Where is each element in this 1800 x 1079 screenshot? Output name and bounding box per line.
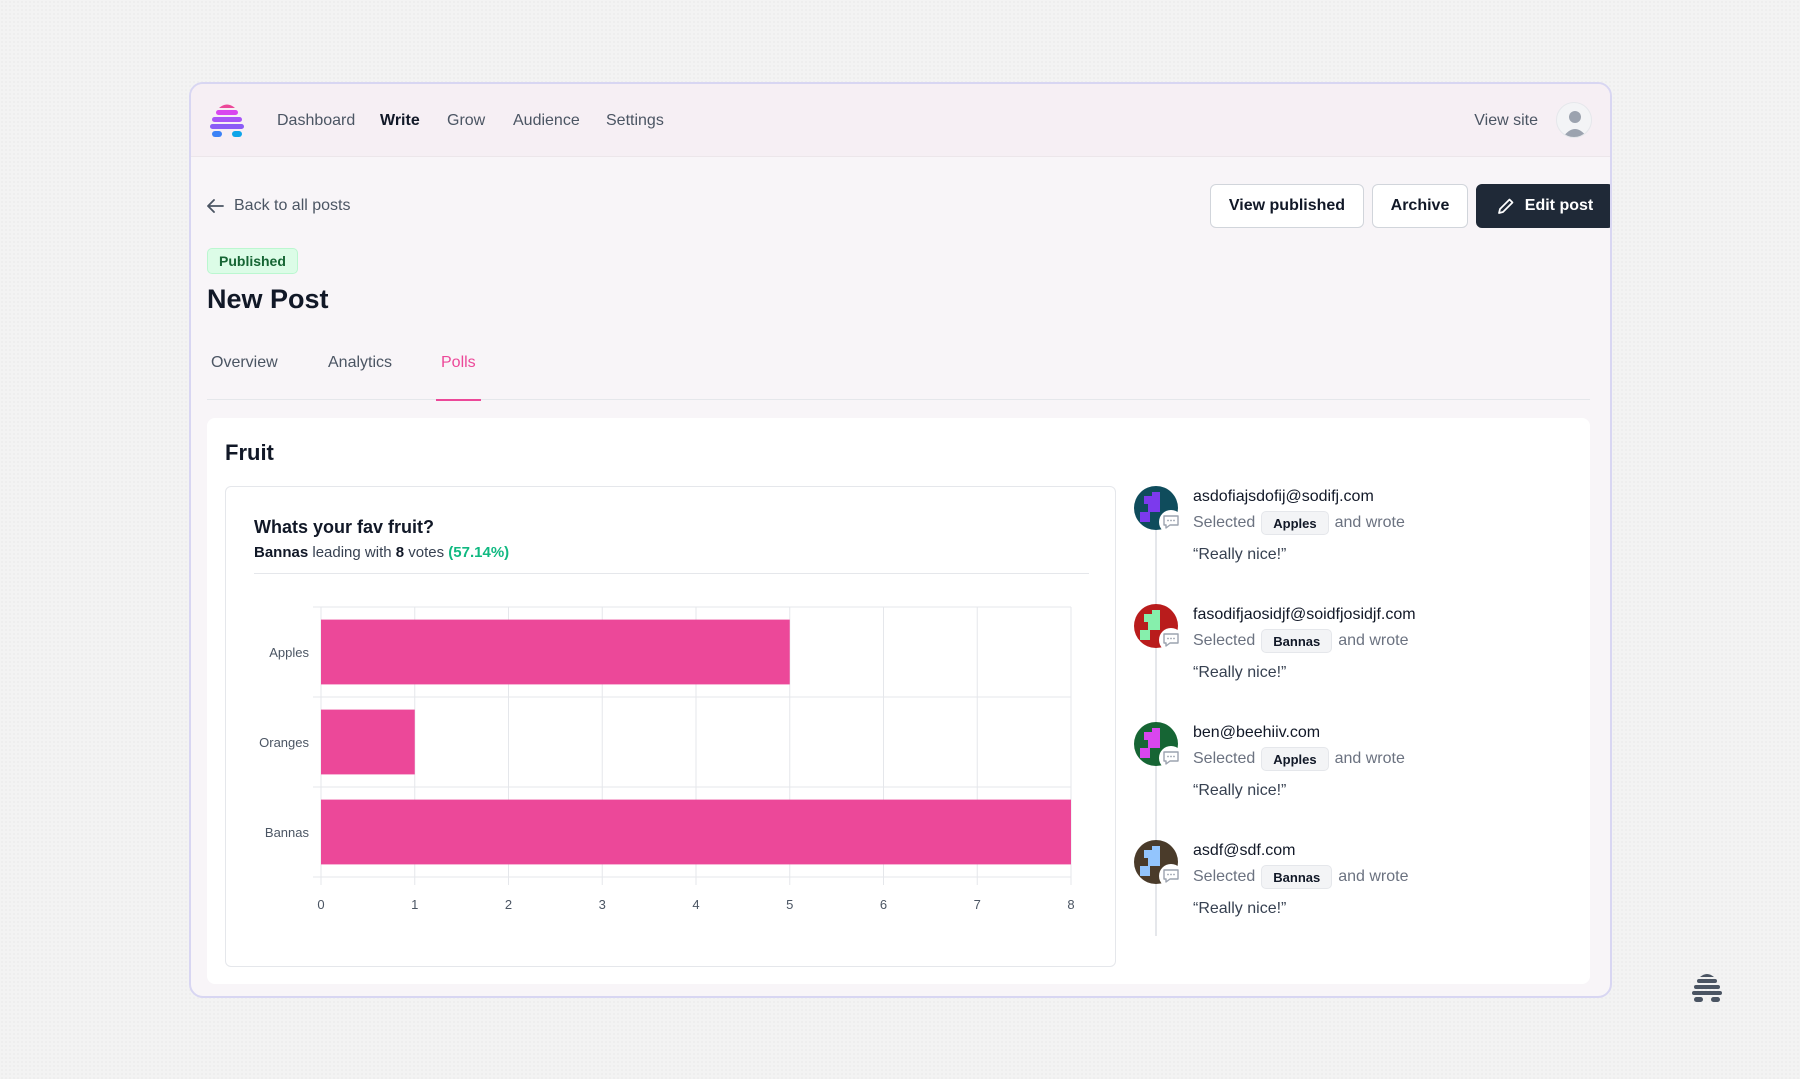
x-tick-label: 0 [317, 897, 324, 912]
choice-pill: Apples [1261, 511, 1329, 535]
comment-icon [1159, 864, 1183, 888]
response-quote: “Really nice!” [1193, 782, 1287, 799]
response-selection: Selected Apples and wrote [1193, 511, 1405, 535]
poll-responses: asdofiajsdofij@sodifj.com Selected Apple… [1134, 486, 1574, 966]
page-title: New Post [207, 284, 329, 314]
view-site-link[interactable]: View site [1474, 112, 1538, 130]
choice-pill: Apples [1261, 747, 1329, 771]
x-tick-label: 3 [599, 897, 606, 912]
user-avatar-icon[interactable] [1556, 102, 1592, 138]
tab-overview[interactable]: Overview [211, 354, 278, 400]
respondent-email: ben@beehiiv.com [1193, 724, 1321, 741]
poll-bar-chart: 0 1 2 3 4 5 6 7 8 Apples Oranges Bannas [259, 606, 1075, 912]
wrote-label: and wrote [1338, 632, 1409, 649]
x-tick-label: 2 [505, 897, 512, 912]
y-category-label: Oranges [259, 735, 309, 750]
choice-pill: Bannas [1261, 865, 1333, 889]
response-quote: “Really nice!” [1193, 900, 1287, 917]
archive-label: Archive [1390, 197, 1450, 214]
post-tabs: Overview Analytics Polls [207, 354, 1590, 401]
response-selection: Selected Bannas and wrote [1193, 865, 1409, 889]
poll-name: Fruit [225, 440, 274, 465]
choice-pill: Bannas [1261, 629, 1333, 653]
tab-polls[interactable]: Polls [436, 354, 481, 401]
leader-text-1: leading with [308, 544, 396, 561]
y-category-label: Apples [269, 645, 309, 660]
beehiiv-corner-logo-icon [1692, 974, 1722, 1002]
x-tick-label: 8 [1067, 897, 1074, 912]
poll-chart-panel: Whats your fav fruit? Bannas leading wit… [225, 486, 1116, 967]
response-selection: Selected Apples and wrote [1193, 747, 1405, 771]
x-tick-label: 7 [974, 897, 981, 912]
nav-settings[interactable]: Settings [606, 112, 664, 130]
x-tick-label: 5 [786, 897, 793, 912]
poll-question: Whats your fav fruit? [254, 517, 435, 537]
tab-analytics[interactable]: Analytics [328, 354, 392, 400]
poll-card: Fruit Whats your fav fruit? Bannas leadi… [207, 418, 1590, 984]
y-category-label: Bannas [265, 825, 310, 840]
wrote-label: and wrote [1338, 868, 1409, 885]
poll-response: ben@beehiiv.com Selected Apples and wrot… [1134, 722, 1574, 832]
comment-icon [1159, 510, 1183, 534]
nav-audience[interactable]: Audience [513, 112, 580, 130]
nav-grow[interactable]: Grow [447, 112, 485, 130]
respondent-email: asdf@sdf.com [1193, 842, 1296, 859]
bar-bannas[interactable] [321, 799, 1071, 865]
pencil-icon [1497, 198, 1514, 214]
respondent-email: fasodifjaosidjf@soidfjosidjf.com [1193, 606, 1416, 623]
leader-option: Bannas [254, 544, 309, 561]
app-window: Dashboard Write Grow Audience Settings V… [189, 82, 1612, 998]
nav-write[interactable]: Write [380, 112, 420, 130]
top-navigation: Dashboard Write Grow Audience Settings V… [191, 84, 1610, 157]
chart-divider [254, 573, 1089, 574]
poll-response: asdofiajsdofij@sodifj.com Selected Apple… [1134, 486, 1574, 596]
response-quote: “Really nice!” [1193, 664, 1287, 681]
comment-icon [1159, 746, 1183, 770]
selected-label: Selected [1193, 514, 1256, 531]
back-to-all-posts-link[interactable]: Back to all posts [207, 197, 351, 215]
wrote-label: and wrote [1334, 514, 1405, 531]
poll-response: asdf@sdf.com Selected Bannas and wrote “… [1134, 840, 1574, 950]
response-selection: Selected Bannas and wrote [1193, 629, 1409, 653]
wrote-label: and wrote [1334, 750, 1405, 767]
poll-response: fasodifjaosidjf@soidfjosidjf.com Selecte… [1134, 604, 1574, 714]
selected-label: Selected [1193, 868, 1256, 885]
edit-post-button[interactable]: Edit post [1476, 184, 1610, 228]
beehiiv-logo-icon[interactable] [207, 100, 247, 140]
leader-percentage: (57.14%) [448, 544, 510, 561]
selected-label: Selected [1193, 632, 1256, 649]
x-tick-label: 1 [411, 897, 418, 912]
leader-votes: 8 [395, 544, 405, 561]
x-tick-label: 6 [880, 897, 887, 912]
status-badge: Published [207, 248, 298, 274]
leader-text-2: votes [404, 544, 449, 561]
respondent-email: asdofiajsdofij@sodifj.com [1193, 488, 1374, 505]
poll-summary: Bannas leading with 8 votes (57.14%) [254, 544, 509, 561]
view-published-button[interactable]: View published [1210, 184, 1364, 228]
selected-label: Selected [1193, 750, 1256, 767]
back-link-label: Back to all posts [234, 197, 351, 214]
view-published-label: View published [1228, 197, 1346, 214]
comment-icon [1159, 628, 1183, 652]
nav-dashboard[interactable]: Dashboard [277, 112, 355, 130]
response-quote: “Really nice!” [1193, 546, 1287, 563]
bar-oranges[interactable] [321, 709, 415, 775]
archive-button[interactable]: Archive [1372, 184, 1468, 228]
x-tick-label: 4 [692, 897, 699, 912]
arrow-left-icon [207, 199, 224, 213]
bar-apples[interactable] [321, 619, 790, 685]
edit-post-label: Edit post [1524, 197, 1594, 214]
